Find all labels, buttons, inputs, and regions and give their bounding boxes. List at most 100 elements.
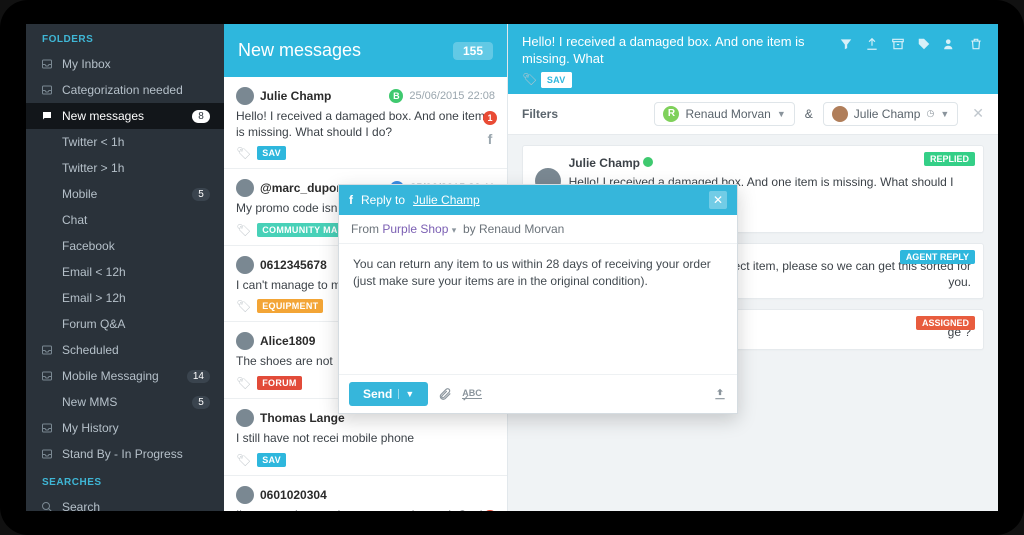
message-author: Alice1809	[260, 334, 315, 348]
folder-icon	[40, 161, 54, 175]
filter-chip-customer[interactable]: Julie Champ ◷ ▼	[823, 102, 958, 126]
close-filters-icon[interactable]: ✕	[972, 105, 984, 122]
reply-shop[interactable]: Purple Shop	[382, 222, 448, 236]
trash-icon[interactable]	[968, 36, 984, 52]
sidebar-item[interactable]: Forum Q&A	[26, 311, 224, 337]
reply-modal: f Reply to Julie Champ ✕ From Purple Sho…	[338, 184, 738, 414]
tag-icon: 🏷	[236, 146, 251, 160]
avatar	[236, 179, 254, 197]
sidebar-item-label: Facebook	[62, 239, 115, 253]
archive-icon[interactable]	[890, 36, 906, 52]
folder-icon	[40, 447, 54, 461]
sidebar-item[interactable]: Twitter < 1h	[26, 129, 224, 155]
app-root: FOLDERS My InboxCategorization neededNew…	[26, 24, 998, 511]
close-reply-icon[interactable]: ✕	[709, 191, 727, 209]
sidebar-item-label: Scheduled	[62, 343, 119, 357]
sidebar-item-label: Categorization needed	[62, 83, 183, 97]
spellcheck-icon[interactable]: ABC ✓	[462, 389, 482, 399]
send-button[interactable]: Send ▼	[349, 382, 428, 406]
alert-badge: 11	[483, 510, 497, 511]
message-author: 0612345678	[260, 258, 327, 272]
sidebar-item-label: Email > 12h	[62, 291, 126, 305]
users-icon[interactable]	[942, 36, 958, 52]
attachment-icon[interactable]	[438, 387, 452, 401]
message-author: @marc_dupont	[260, 181, 348, 195]
sidebar-item-label: New MMS	[62, 395, 117, 409]
clock-icon: ◷	[926, 108, 934, 119]
conversation-panel: Hello! I received a damaged box. And one…	[508, 24, 998, 511]
message-author: Thomas Lange	[260, 411, 345, 425]
reply-header-prefix: Reply to	[361, 193, 405, 207]
sidebar-item-count: 5	[192, 188, 210, 201]
chevron-down-icon[interactable]: ▾	[452, 225, 457, 235]
sidebar-section-searches: SEARCHES	[26, 467, 224, 494]
sidebar-search-label: Search	[62, 500, 100, 511]
conversation-header: Hello! I received a damaged box. And one…	[508, 24, 998, 94]
sidebar-item[interactable]: New MMS5	[26, 389, 224, 415]
sidebar-item[interactable]: My Inbox	[26, 51, 224, 77]
status-dot	[643, 157, 653, 167]
folder-icon	[40, 213, 54, 227]
sidebar-item[interactable]: Stand By - In Progress	[26, 441, 224, 467]
status-badge: AGENT REPLY	[900, 250, 975, 264]
tag-action-icon[interactable]	[916, 36, 932, 52]
chevron-down-icon[interactable]: ▼	[398, 389, 414, 399]
reply-from-label: From	[351, 222, 379, 236]
message-item[interactable]: 0601020304I'm not sur how to do get a ne…	[224, 476, 507, 511]
tag-icon: 🏷	[236, 376, 251, 390]
sidebar-item[interactable]: Chat	[26, 207, 224, 233]
filter-chip-label: Renaud Morvan	[685, 107, 770, 121]
message-list-title: New messages	[238, 40, 361, 61]
avatar	[832, 106, 848, 122]
sidebar-item[interactable]: Scheduled	[26, 337, 224, 363]
reply-header: f Reply to Julie Champ ✕	[339, 185, 737, 215]
sidebar-search[interactable]: Search	[26, 494, 224, 511]
message-tag: FORUM	[257, 376, 302, 390]
message-item[interactable]: Julie ChampB25/06/2015 22:08Hello! I rec…	[224, 77, 507, 169]
conversation-title: Hello! I received a damaged box. And one…	[522, 34, 826, 68]
sidebar-item[interactable]: My History	[26, 415, 224, 441]
export-icon[interactable]	[864, 36, 880, 52]
upload-icon[interactable]	[713, 387, 727, 401]
sidebar-item[interactable]: Mobile Messaging14	[26, 363, 224, 389]
device-frame: FOLDERS My InboxCategorization neededNew…	[0, 0, 1024, 535]
sidebar-item[interactable]: Email > 12h	[26, 285, 224, 311]
filter-chip-label: Julie Champ	[854, 107, 921, 121]
conversation-tag: SAV	[541, 72, 572, 88]
sidebar-item[interactable]: New messages8	[26, 103, 224, 129]
tag-icon: 🏷	[236, 453, 251, 467]
avatar: R	[663, 106, 679, 122]
folder-icon	[40, 265, 54, 279]
folder-icon	[40, 317, 54, 331]
sidebar-item[interactable]: Facebook	[26, 233, 224, 259]
sidebar: FOLDERS My InboxCategorization neededNew…	[26, 24, 224, 511]
message-list-header: New messages 155	[224, 24, 507, 77]
sidebar-item-label: Twitter < 1h	[62, 135, 124, 149]
avatar	[236, 486, 254, 504]
conversation-title-area: Hello! I received a damaged box. And one…	[522, 34, 826, 88]
conversation-toolbar	[838, 34, 984, 88]
filter-icon[interactable]	[838, 36, 854, 52]
tag-icon: 🏷	[522, 72, 537, 88]
message-tag: EQUIPMENT	[257, 299, 323, 313]
sidebar-item[interactable]: Mobile 5	[26, 181, 224, 207]
reply-from-row: From Purple Shop ▾ by Renaud Morvan	[339, 215, 737, 244]
sidebar-item[interactable]: Twitter > 1h	[26, 155, 224, 181]
message-author: 0601020304	[260, 488, 327, 502]
alert-badge: 1	[483, 111, 497, 125]
reply-body-input[interactable]: You can return any item to us within 28 …	[339, 244, 737, 374]
sidebar-item[interactable]: Email < 12h	[26, 259, 224, 285]
message-author: Julie Champ	[260, 89, 331, 103]
chevron-down-icon: ▼	[777, 109, 786, 119]
sidebar-item-count: 8	[192, 110, 210, 123]
status-badge: ASSIGNED	[916, 316, 975, 330]
avatar	[236, 87, 254, 105]
thread-author: Julie Champ	[569, 156, 640, 170]
filter-chip-agent[interactable]: R Renaud Morvan ▼	[654, 102, 794, 126]
sidebar-item[interactable]: Categorization needed	[26, 77, 224, 103]
folder-icon	[40, 239, 54, 253]
folder-icon	[40, 109, 54, 123]
avatar	[236, 332, 254, 350]
sidebar-item-label: Mobile	[62, 187, 97, 201]
filter-ampersand: &	[805, 107, 813, 121]
